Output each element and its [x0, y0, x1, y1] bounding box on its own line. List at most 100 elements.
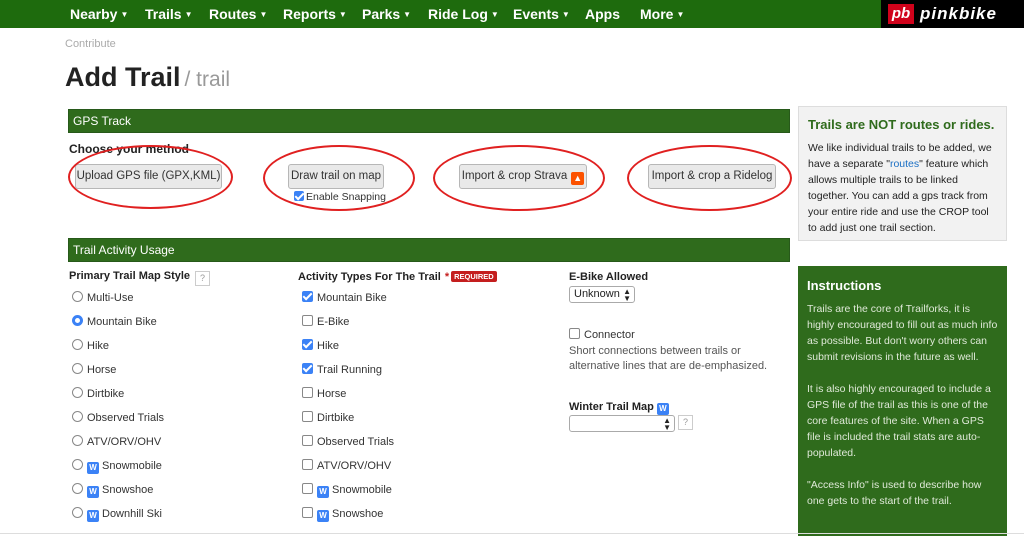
map-style-option[interactable]: W Snowmobile — [72, 459, 162, 474]
checkbox-checked[interactable] — [302, 291, 313, 302]
nav-more[interactable]: More ▼ — [640, 0, 684, 28]
routes-link[interactable]: routes — [890, 158, 919, 170]
option-label: Snowmobile — [332, 484, 392, 496]
nav-label: More — [640, 6, 674, 22]
radio-button[interactable] — [72, 291, 83, 302]
import-ridelog-button[interactable]: Import & crop a Ridelog — [648, 164, 776, 189]
radio-button[interactable] — [72, 363, 83, 374]
routes-note-box: Trails are NOT routes or rides. We like … — [798, 106, 1007, 241]
nav-trails[interactable]: Trails ▼ — [145, 0, 193, 28]
strava-icon: ▲ — [571, 172, 585, 185]
radio-button[interactable] — [72, 507, 83, 518]
instructions-box: Instructions Trails are the core of Trai… — [798, 266, 1007, 536]
activity-option[interactable]: E-Bike — [302, 315, 349, 328]
activity-option[interactable]: Trail Running — [302, 363, 382, 376]
nav-ride-log[interactable]: Ride Log ▼ — [428, 0, 499, 28]
checkbox-checked[interactable] — [302, 363, 313, 374]
winter-map-help-icon[interactable]: ? — [678, 415, 693, 430]
activity-types-text: Activity Types For The Trail — [298, 271, 441, 283]
option-label: Multi-Use — [87, 292, 134, 304]
option-label: ATV/ORV/OHV — [317, 460, 392, 472]
page-title-main: Add Trail — [65, 62, 181, 92]
required-star: * — [444, 271, 450, 283]
trail-activity-header: Trail Activity Usage — [68, 238, 790, 262]
map-style-option[interactable]: Dirtbike — [72, 387, 124, 400]
option-label: Hike — [317, 340, 340, 352]
activity-option[interactable]: Mountain Bike — [302, 291, 387, 304]
radio-button[interactable] — [72, 339, 83, 350]
option-label: E-Bike — [317, 316, 350, 328]
checkbox[interactable] — [302, 387, 313, 398]
enable-snapping[interactable]: Enable Snapping — [294, 191, 386, 203]
option-label: Downhill Ski — [102, 508, 162, 520]
activity-option[interactable]: Dirtbike — [302, 411, 354, 424]
winter-icon: W — [317, 510, 329, 522]
map-style-option[interactable]: W Snowshoe — [72, 483, 153, 498]
nav-label: Ride Log — [428, 6, 488, 22]
help-icon[interactable]: ? — [195, 271, 211, 286]
map-style-option[interactable]: Hike — [72, 339, 109, 352]
logo-mark: pb — [888, 4, 914, 24]
checkbox-checked[interactable] — [302, 339, 313, 350]
map-style-option[interactable]: Multi-Use — [72, 291, 133, 304]
winter-icon: W — [87, 486, 99, 498]
connector-checkbox[interactable] — [569, 328, 580, 339]
activity-option[interactable]: W Snowshoe — [302, 507, 383, 522]
connector-option[interactable]: Connector — [569, 328, 635, 341]
upload-gps-button[interactable]: Upload GPS file (GPX,KML) — [75, 164, 222, 189]
map-style-option[interactable]: Mountain Bike — [72, 315, 157, 328]
map-style-option[interactable]: W Downhill Ski — [72, 507, 162, 522]
map-style-option[interactable]: ATV/ORV/OHV — [72, 435, 161, 448]
option-label: Snowshoe — [102, 484, 154, 496]
instructions-paragraph: Trails are the core of Trailforks, it is… — [807, 303, 998, 363]
snapping-checkbox[interactable] — [294, 191, 304, 201]
winter-icon: W — [317, 486, 329, 498]
logo-wordmark: pinkbike — [920, 4, 997, 23]
select-arrows-icon: ▲ ▼ — [623, 287, 631, 303]
caret-down-icon: ▼ — [120, 10, 129, 19]
caret-down-icon: ▼ — [490, 10, 499, 19]
checkbox[interactable] — [302, 459, 313, 470]
option-label: Trail Running — [317, 364, 383, 376]
radio-button[interactable] — [72, 411, 83, 422]
ebike-select[interactable]: Unknown ▲ ▼ — [569, 286, 635, 303]
map-style-option[interactable]: Observed Trials — [72, 411, 164, 424]
nav-reports[interactable]: Reports ▼ — [283, 0, 347, 28]
radio-button[interactable] — [72, 435, 83, 446]
nav-parks[interactable]: Parks ▼ — [362, 0, 411, 28]
radio-button[interactable] — [72, 483, 83, 494]
caret-down-icon: ▼ — [561, 10, 570, 19]
option-label: Dirtbike — [317, 412, 355, 424]
winter-map-select[interactable]: ▲ ▼ — [569, 415, 675, 432]
winter-map-text: Winter Trail Map — [569, 401, 654, 413]
import-strava-button[interactable]: Import & crop Strava ▲ — [459, 164, 587, 189]
nav-events[interactable]: Events ▼ — [513, 0, 570, 28]
activity-option[interactable]: Observed Trials — [302, 435, 394, 448]
radio-button[interactable] — [72, 459, 83, 470]
nav-apps[interactable]: Apps — [585, 0, 620, 28]
nav-routes[interactable]: Routes ▼ — [209, 0, 267, 28]
caret-down-icon: ▼ — [184, 10, 193, 19]
breadcrumb[interactable]: Contribute — [65, 38, 116, 50]
checkbox[interactable] — [302, 507, 313, 518]
checkbox[interactable] — [302, 483, 313, 494]
pinkbike-logo[interactable]: pb pinkbike — [881, 0, 1024, 28]
map-style-option[interactable]: Horse — [72, 363, 116, 376]
required-badge: REQUIRED — [451, 271, 497, 282]
option-label: Observed Trials — [317, 436, 395, 448]
activity-option[interactable]: ATV/ORV/OHV — [302, 459, 391, 472]
snapping-label: Enable Snapping — [306, 191, 386, 203]
ebike-allowed-label: E-Bike Allowed — [569, 271, 649, 283]
nav-nearby[interactable]: Nearby ▼ — [70, 0, 128, 28]
activity-option[interactable]: Horse — [302, 387, 346, 400]
draw-trail-button[interactable]: Draw trail on map — [288, 164, 384, 189]
checkbox[interactable] — [302, 315, 313, 326]
checkbox[interactable] — [302, 435, 313, 446]
connector-label: Connector — [584, 329, 635, 341]
radio-button[interactable] — [72, 387, 83, 398]
checkbox[interactable] — [302, 411, 313, 422]
activity-option[interactable]: Hike — [302, 339, 339, 352]
radio-button-selected[interactable] — [72, 315, 83, 326]
activity-option[interactable]: W Snowmobile — [302, 483, 392, 498]
option-label: Snowshoe — [332, 508, 384, 520]
